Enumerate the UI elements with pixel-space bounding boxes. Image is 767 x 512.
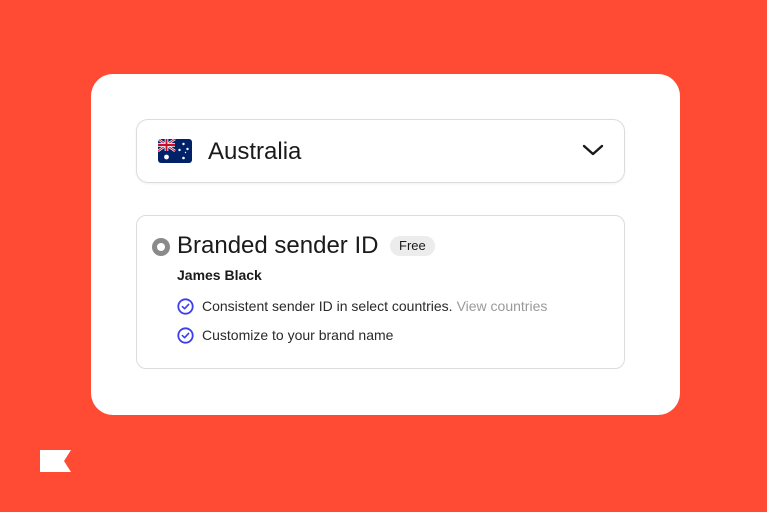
country-name: Australia <box>208 138 302 165</box>
feature-text: Customize to your brand name <box>202 327 394 343</box>
sender-name: James Black <box>177 267 262 283</box>
branded-sender-option[interactable]: Branded sender ID Free James Black Consi… <box>136 215 625 369</box>
option-radio[interactable] <box>152 238 170 256</box>
option-title: Branded sender ID <box>177 232 379 259</box>
flag-logo-icon <box>40 450 72 472</box>
check-circle-icon <box>177 326 194 344</box>
check-circle-icon <box>177 297 194 315</box>
view-countries-link[interactable]: View countries <box>457 298 548 314</box>
australia-flag-icon <box>158 139 192 163</box>
free-badge: Free <box>390 236 435 256</box>
sender-id-card: Australia Branded sender ID Free James B… <box>91 74 680 415</box>
feature-text: Consistent sender ID in select countries… <box>202 298 453 314</box>
feature-item: Customize to your brand name <box>177 325 393 345</box>
chevron-down-icon[interactable] <box>582 142 604 158</box>
feature-item: Consistent sender ID in select countries… <box>177 296 547 316</box>
country-select[interactable]: Australia <box>136 119 625 183</box>
